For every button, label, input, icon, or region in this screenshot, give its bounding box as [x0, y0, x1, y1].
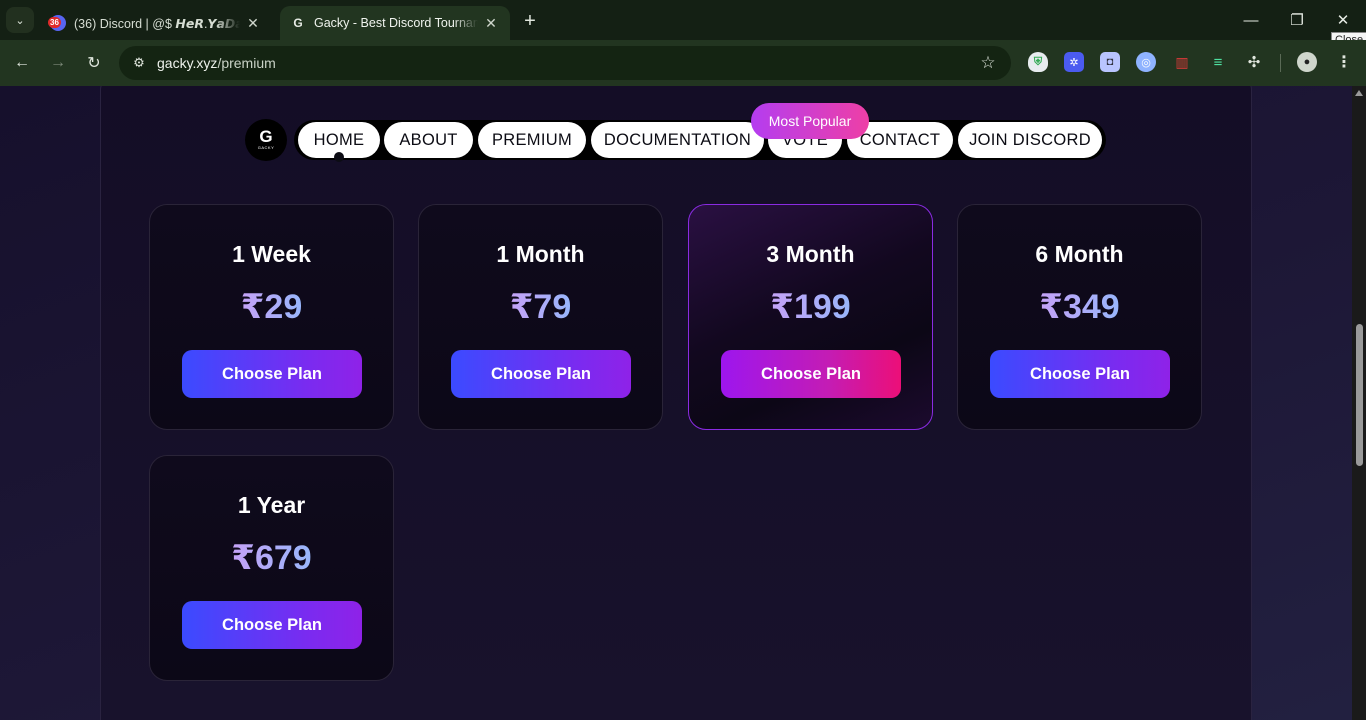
- flash-extension-icon[interactable]: ≡: [1208, 52, 1228, 72]
- restore-icon[interactable]: ❐: [1285, 8, 1309, 32]
- page-scrollbar[interactable]: [1352, 86, 1366, 720]
- plan-card-1-month: 1 Month ₹79 Choose Plan: [418, 204, 663, 430]
- plan-card-1-year: 1 Year ₹679 Choose Plan: [149, 455, 394, 681]
- discord-favicon-icon: 36: [48, 15, 66, 31]
- nav-about[interactable]: ABOUT: [384, 122, 473, 158]
- gear-extension-icon[interactable]: ✲: [1064, 52, 1084, 72]
- tab-title: (36) Discord | @$ 𝙃𝙚𝙍.𝙔𝙖𝘿𝙖𝙫.: [74, 16, 240, 31]
- tab-title: Gacky - Best Discord Tournament: [314, 16, 478, 30]
- bookmark-star-icon[interactable]: ☆: [977, 52, 999, 74]
- plan-price: ₹29: [240, 288, 303, 326]
- nav-documentation[interactable]: DOCUMENTATION: [591, 122, 764, 158]
- plan-card-3-month: 3 Month ₹199 Choose Plan: [688, 204, 933, 430]
- menu-kebab-icon[interactable]: ⋮: [1334, 52, 1354, 72]
- choose-plan-button[interactable]: Choose Plan: [182, 601, 362, 649]
- url-text[interactable]: gacky.xyz/premium: [157, 55, 276, 71]
- camera-extension-icon[interactable]: ◘: [1100, 52, 1120, 72]
- gacky-favicon-icon: G: [293, 16, 303, 30]
- nav-join-discord[interactable]: JOIN DISCORD: [958, 122, 1102, 158]
- tab-gacky[interactable]: G Gacky - Best Discord Tournament ✕: [280, 6, 510, 40]
- minimize-icon[interactable]: —: [1239, 8, 1263, 32]
- main-nav: HOME ABOUT PREMIUM DOCUMENTATION VOTE CO…: [294, 120, 1106, 162]
- address-bar[interactable]: ⚙ gacky.xyz/premium ☆: [119, 46, 1011, 80]
- choose-plan-button[interactable]: Choose Plan: [182, 350, 362, 398]
- new-tab-icon[interactable]: +: [518, 9, 542, 33]
- plan-name: 1 Week: [232, 241, 311, 267]
- page-viewport: G GACKY HOME ABOUT PREMIUM DOCUMENTATION…: [0, 86, 1352, 720]
- choose-plan-button[interactable]: Choose Plan: [451, 350, 631, 398]
- close-tab-icon[interactable]: ✕: [482, 15, 500, 32]
- close-tab-icon[interactable]: ✕: [244, 15, 262, 32]
- plan-price: ₹79: [509, 288, 572, 326]
- browser-toolbar: ← → ↻ ⚙ gacky.xyz/premium ☆ ⛨ ✲ ◘ ◎ ▥ ≡ …: [0, 40, 1366, 86]
- plan-name: 6 Month: [1035, 241, 1124, 267]
- profile-avatar[interactable]: ●: [1297, 52, 1317, 72]
- plan-price: ₹679: [231, 539, 312, 577]
- tab-discord[interactable]: 36 (36) Discord | @$ 𝙃𝙚𝙍.𝙔𝙖𝘿𝙖𝙫. ✕: [40, 6, 272, 40]
- plan-name: 1 Month: [496, 241, 585, 267]
- gacky-logo[interactable]: G GACKY: [245, 119, 287, 161]
- site-info-icon[interactable]: ⚙: [127, 51, 151, 75]
- plan-price: ₹349: [1039, 288, 1120, 326]
- plan-card-1-week: 1 Week ₹29 Choose Plan: [149, 204, 394, 430]
- choose-plan-button[interactable]: Choose Plan: [721, 350, 901, 398]
- plan-card-6-month: 6 Month ₹349 Choose Plan: [957, 204, 1202, 430]
- reload-icon[interactable]: ↻: [82, 51, 106, 75]
- close-window-icon[interactable]: ✕: [1331, 8, 1355, 32]
- tab-search-button[interactable]: ⌄: [6, 7, 34, 33]
- scroll-thumb[interactable]: [1356, 324, 1363, 466]
- most-popular-badge: Most Popular: [751, 103, 869, 139]
- forward-icon[interactable]: →: [46, 51, 70, 75]
- nav-premium[interactable]: PREMIUM: [478, 122, 586, 158]
- scroll-up-icon[interactable]: [1355, 90, 1363, 96]
- toolbar-divider: [1280, 54, 1281, 72]
- plan-name: 1 Year: [237, 492, 306, 518]
- shield-extension-icon[interactable]: ⛨: [1028, 52, 1048, 72]
- choose-plan-button[interactable]: Choose Plan: [990, 350, 1170, 398]
- back-icon[interactable]: ←: [10, 51, 34, 75]
- extensions-puzzle-icon[interactable]: ✣: [1244, 52, 1264, 72]
- nav-home[interactable]: HOME: [298, 122, 380, 162]
- notification-badge: 36: [48, 17, 61, 28]
- active-indicator: [334, 152, 344, 162]
- tab-strip: ⌄ 36 (36) Discord | @$ 𝙃𝙚𝙍.𝙔𝙖𝘿𝙖𝙫. ✕ G Ga…: [0, 0, 1366, 40]
- plan-price: ₹199: [770, 288, 851, 326]
- plan-name: 3 Month: [766, 241, 855, 267]
- search-extension-icon[interactable]: ◎: [1136, 52, 1156, 72]
- audio-extension-icon[interactable]: ▥: [1172, 52, 1192, 72]
